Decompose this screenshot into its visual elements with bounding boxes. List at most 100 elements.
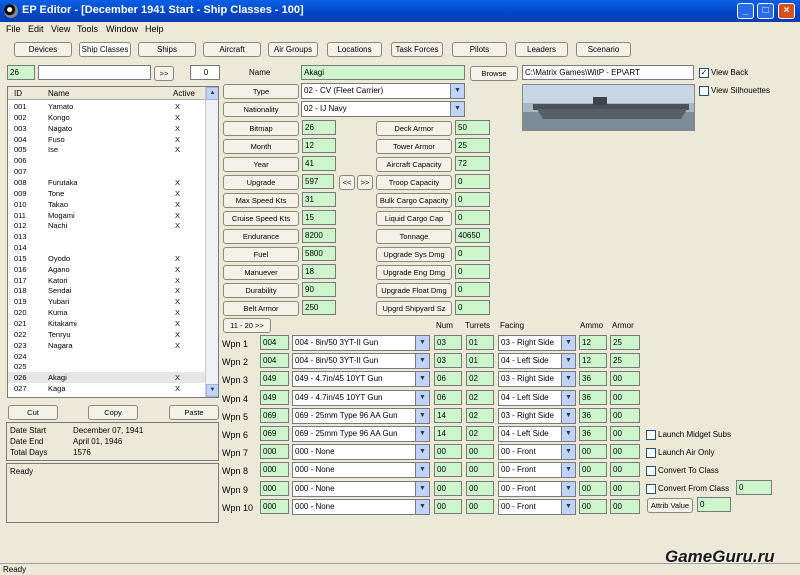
attrib-value-field[interactable]: 0 <box>697 497 731 512</box>
weapon-ammo[interactable]: 00 <box>579 462 607 478</box>
field-button-5[interactable]: Cruise Speed Kts <box>223 211 299 226</box>
weapon-ammo[interactable]: 00 <box>579 480 607 496</box>
copy-button[interactable]: Copy <box>88 405 138 420</box>
weapon-turrets[interactable]: 02 <box>466 407 494 423</box>
weapon-turrets[interactable]: 01 <box>466 335 494 350</box>
list-item[interactable]: 018 Sendai X <box>8 285 206 296</box>
weapon-code[interactable]: 000 <box>260 480 289 496</box>
tab-task-forces[interactable]: Task Forces <box>391 42 443 57</box>
weapon-device-select[interactable]: 004 - 8in/50 3YT-II Gun ▼ <box>292 335 430 351</box>
weapon-num[interactable]: 00 <box>434 462 462 478</box>
browse-button[interactable]: Browse <box>470 66 518 81</box>
attr-value-9[interactable]: 0 <box>455 282 490 297</box>
weapon-ammo[interactable]: 36 <box>579 371 607 387</box>
field-value-10[interactable]: 250 <box>302 300 336 315</box>
weapon-armor[interactable]: 00 <box>610 407 640 423</box>
launch-midget-subs-checkbox[interactable] <box>646 430 656 440</box>
attr-value-0[interactable]: 50 <box>455 120 490 135</box>
weapon-code[interactable]: 000 <box>260 462 289 478</box>
weapon-turrets[interactable]: 01 <box>466 353 494 369</box>
field-button-6[interactable]: Endurance <box>223 229 299 244</box>
list-item[interactable]: 006 <box>8 155 206 166</box>
weapon-armor[interactable]: 25 <box>610 335 640 350</box>
weapon-ammo[interactable]: 00 <box>579 498 607 514</box>
field-value-1[interactable]: 12 <box>302 138 336 153</box>
weapon-code[interactable]: 049 <box>260 389 289 405</box>
weapon-code[interactable]: 004 <box>260 335 289 350</box>
weapon-facing-select[interactable]: 03 - Right Side ▼ <box>498 407 576 424</box>
convert-from-class-checkbox[interactable] <box>646 484 656 494</box>
weapon-armor[interactable]: 00 <box>610 389 640 405</box>
view-back-checkbox[interactable]: ✓ <box>699 68 709 78</box>
attr-value-2[interactable]: 72 <box>455 156 490 171</box>
field-value-2[interactable]: 41 <box>302 156 336 171</box>
list-item[interactable]: 010 Takao X <box>8 199 206 210</box>
list-item[interactable]: 012 Nachi X <box>8 220 206 231</box>
list-item[interactable]: 016 Agano X <box>8 264 206 275</box>
attr-button-0[interactable]: Deck Armor <box>376 121 452 136</box>
field-value-7[interactable]: 5800 <box>302 246 336 261</box>
weapon-code[interactable]: 000 <box>260 444 289 460</box>
weapon-num[interactable]: 03 <box>434 353 462 369</box>
attr-button-4[interactable]: Bulk Cargo Capacity <box>376 193 452 208</box>
list-item[interactable]: 004 Fuso X <box>8 134 206 145</box>
field-button-4[interactable]: Max Speed Kts <box>223 193 299 208</box>
weapon-device-select[interactable]: 069 - 25mm Type 96 AA Gun ▼ <box>292 407 430 424</box>
field-button-0[interactable]: Bitmap <box>223 121 299 136</box>
tab-pilots[interactable]: Pilots <box>452 42 507 57</box>
nationality-select[interactable]: 02 - IJ Navy ▼ <box>301 101 465 117</box>
attr-value-10[interactable]: 0 <box>455 300 490 315</box>
weapon-facing-select[interactable]: 04 - Left Side ▼ <box>498 426 576 442</box>
attr-value-3[interactable]: 0 <box>455 174 490 189</box>
tab-aircraft[interactable]: Aircraft <box>203 42 261 57</box>
weapon-ammo[interactable]: 12 <box>579 353 607 369</box>
weapon-turrets[interactable]: 00 <box>466 462 494 478</box>
weapon-code[interactable]: 069 <box>260 407 289 423</box>
field-value-4[interactable]: 31 <box>302 192 336 207</box>
weapon-facing-select[interactable]: 04 - Left Side ▼ <box>498 353 576 370</box>
weapon-armor[interactable]: 00 <box>610 426 640 441</box>
weapon-facing-select[interactable]: 00 - Front ▼ <box>498 462 576 479</box>
maximize-button[interactable]: □ <box>757 3 774 19</box>
go-button[interactable]: >> <box>154 66 174 81</box>
attr-button-9[interactable]: Upgrade Float Dmg <box>376 283 452 298</box>
upgrade-next-button[interactable]: >> <box>357 175 373 190</box>
menu-view[interactable]: View <box>51 24 70 34</box>
weapon-code[interactable]: 049 <box>260 371 289 387</box>
tab-ships[interactable]: Ships <box>138 42 196 57</box>
list-item[interactable]: 007 <box>8 166 206 177</box>
current-id-field[interactable]: 26 <box>7 65 35 80</box>
type-select[interactable]: 02 - CV (Fleet Carrier) ▼ <box>301 83 465 99</box>
list-item[interactable]: 002 Kongo X <box>8 112 206 123</box>
attr-button-10[interactable]: Upgrd Shipyard Sz <box>376 301 452 316</box>
tab-leaders[interactable]: Leaders <box>515 42 568 57</box>
attr-value-1[interactable]: 25 <box>455 138 490 153</box>
convert-to-class-checkbox[interactable] <box>646 466 656 476</box>
launch-air-only-checkbox[interactable] <box>646 448 656 458</box>
weapon-num[interactable]: 14 <box>434 426 462 441</box>
field-value-8[interactable]: 18 <box>302 264 336 279</box>
attr-button-7[interactable]: Upgrade Sys Dmg <box>376 247 452 262</box>
attr-value-4[interactable]: 0 <box>455 192 490 207</box>
weapon-armor[interactable]: 00 <box>610 498 640 514</box>
tab-air-groups[interactable]: Air Groups <box>268 42 318 57</box>
list-item[interactable]: 023 Nagara X <box>8 340 206 351</box>
list-item[interactable]: 025 <box>8 361 206 372</box>
list-item[interactable]: 020 Kuma X <box>8 307 206 318</box>
list-item[interactable]: 011 Mogami X <box>8 210 206 221</box>
weapons-page-button[interactable]: 11 - 20 >> <box>223 318 271 333</box>
search-input[interactable] <box>38 65 151 80</box>
weapon-device-select[interactable]: 000 - None ▼ <box>292 444 430 461</box>
menu-window[interactable]: Window <box>106 24 138 34</box>
attr-button-1[interactable]: Tower Armor <box>376 139 452 154</box>
list-item[interactable]: 027 Kaga X <box>8 383 206 394</box>
field-button-9[interactable]: Durability <box>223 283 299 298</box>
weapon-ammo[interactable]: 12 <box>579 335 607 350</box>
menu-help[interactable]: Help <box>145 24 164 34</box>
weapon-facing-select[interactable]: 00 - Front ▼ <box>498 444 576 461</box>
list-item[interactable]: 001 Yamato X <box>8 101 206 112</box>
ship-class-list[interactable]: ID Name Active 001 Yamato X 002 Kongo X 003 Nag… <box>7 86 219 398</box>
attr-value-6[interactable]: 40650 <box>455 228 490 243</box>
tab-scenario[interactable]: Scenario <box>576 42 631 57</box>
weapon-facing-select[interactable]: 00 - Front ▼ <box>498 498 576 515</box>
